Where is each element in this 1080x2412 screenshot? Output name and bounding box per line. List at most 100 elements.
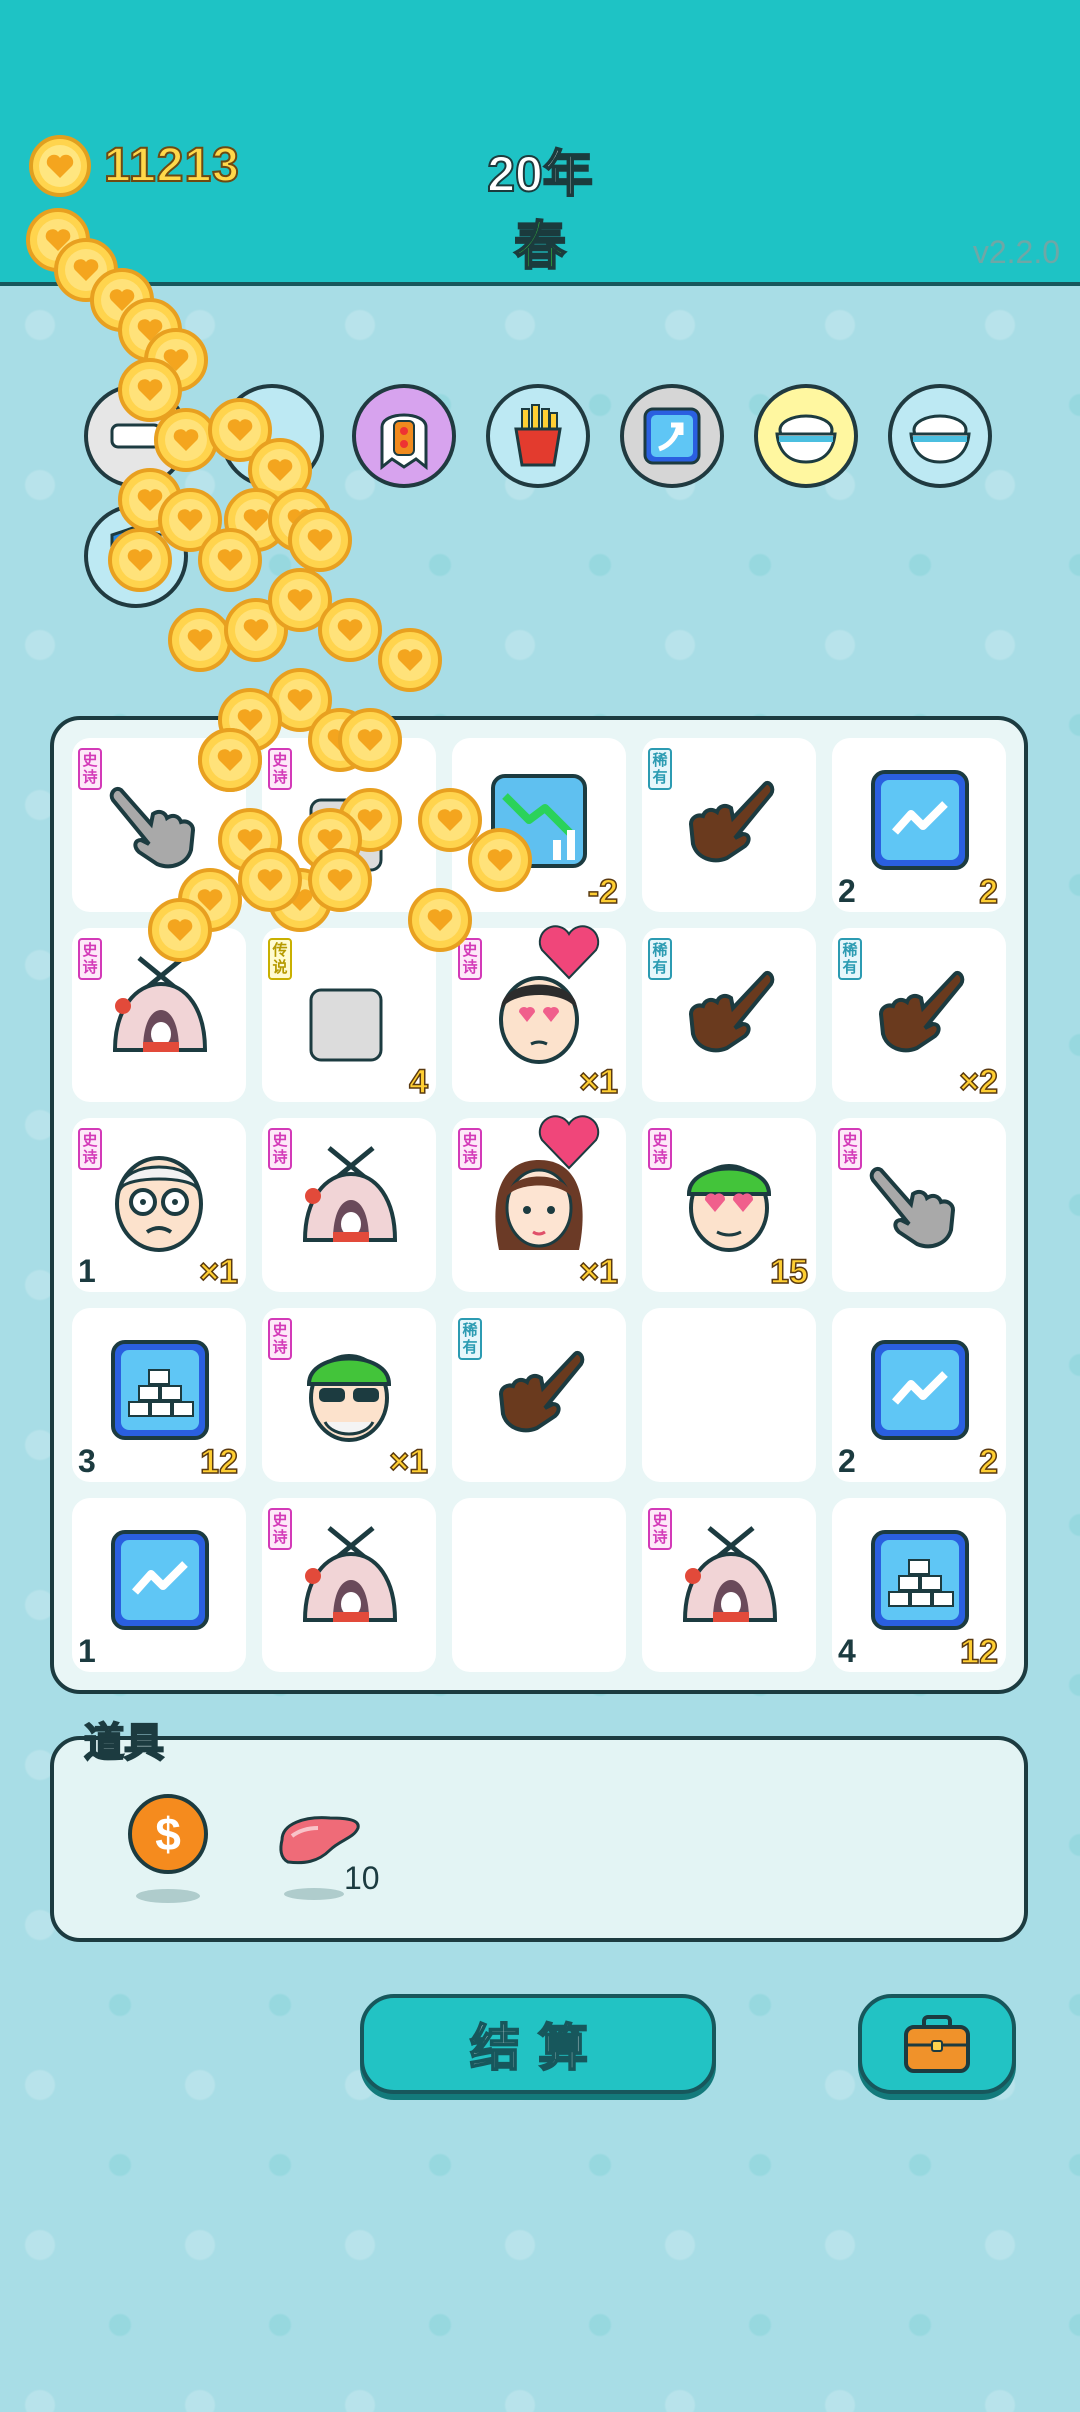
dentures-icon[interactable] <box>84 384 188 488</box>
board-cell[interactable]: 稀有 <box>642 928 816 1102</box>
rarity-tag: 稀有 <box>648 748 672 790</box>
rarity-tag: 史诗 <box>648 1508 672 1550</box>
chart-down-icon <box>479 760 599 880</box>
board-cell[interactable]: 史诗 <box>642 1498 816 1672</box>
pointing-hand-brown-icon <box>669 950 789 1070</box>
rarity-tag: 史诗 <box>268 1318 292 1360</box>
rice-bowl-icon[interactable] <box>754 384 858 488</box>
board-cell[interactable]: 史诗 <box>262 1498 436 1672</box>
covered-icon <box>289 760 409 880</box>
cell-count: 4 <box>838 1633 856 1669</box>
liver-count: 10 <box>344 1860 380 1896</box>
season-label: 春 <box>513 217 567 277</box>
briefcase-button[interactable] <box>858 1994 1016 2094</box>
trend-card-icon <box>99 1520 219 1640</box>
board-cell[interactable]: 史诗 <box>72 738 246 912</box>
cell-count: 2 <box>838 873 856 909</box>
cell-value: 4 <box>408 1062 428 1102</box>
board-cell[interactable]: 史诗 <box>72 928 246 1102</box>
cell-value: ×1 <box>388 1442 428 1482</box>
rarity-tag: 稀有 <box>838 938 862 980</box>
rice-bowl-icon[interactable] <box>888 384 992 488</box>
coin-amount: 11213 <box>103 138 240 193</box>
rarity-tag: 史诗 <box>838 1128 862 1170</box>
settle-button[interactable]: 结算 <box>360 1994 716 2094</box>
heart-icon <box>536 922 602 987</box>
rarity-tag: 史诗 <box>458 938 482 980</box>
cell-value: ×1 <box>578 1062 618 1102</box>
cell-value: 2 <box>978 1442 998 1482</box>
fries-icon[interactable] <box>486 384 590 488</box>
scooter-icon[interactable] <box>220 384 324 488</box>
arrow-card-icon[interactable] <box>620 384 724 488</box>
top-bar: 11213 20年 春 v2.2.0 <box>0 0 1080 286</box>
rabbit-house-icon <box>669 1520 789 1640</box>
ghost-traffic-light-icon[interactable] <box>352 384 456 488</box>
board-cell[interactable]: 1 <box>72 1498 246 1672</box>
cell-count: 3 <box>78 1443 96 1479</box>
coin-icon <box>29 135 91 197</box>
cell-value: -2 <box>587 872 619 912</box>
version-label: v2.2.0 <box>972 234 1060 270</box>
dollar-coin-icon[interactable]: $ <box>124 1792 212 1904</box>
old-man-icon <box>99 1140 219 1260</box>
rabbit-house-icon <box>99 950 219 1070</box>
svg-text:$: $ <box>155 1808 181 1860</box>
pointing-hand-gray-icon <box>859 1140 979 1260</box>
board-cell-empty[interactable] <box>452 1498 626 1672</box>
board-cell[interactable]: 稀有 <box>452 1308 626 1482</box>
board-cell[interactable]: 史诗 <box>262 738 436 912</box>
board-cell[interactable]: 稀有 ×2 <box>832 928 1006 1102</box>
board-cell[interactable]: 史诗 1 ×1 <box>72 1118 246 1292</box>
board-cell[interactable]: 史诗 ×1 <box>262 1308 436 1482</box>
cell-value: ×1 <box>578 1252 618 1292</box>
cell-value: 15 <box>769 1252 808 1292</box>
cell-value: 12 <box>959 1632 998 1672</box>
cell-count: 2 <box>838 1443 856 1479</box>
gold-bars-icon <box>859 1520 979 1640</box>
rarity-tag: 史诗 <box>458 1128 482 1170</box>
pointing-hand-brown-icon <box>479 1330 599 1450</box>
cell-value: ×2 <box>958 1062 998 1102</box>
shield-icon[interactable] <box>84 504 188 608</box>
gold-bars-icon <box>99 1330 219 1450</box>
rarity-tag: 史诗 <box>78 938 102 980</box>
board-cell[interactable]: 22 <box>832 1308 1006 1482</box>
rabbit-house-icon <box>289 1140 409 1260</box>
cell-value: 2 <box>978 872 998 912</box>
covered-icon <box>289 950 409 1070</box>
rarity-tag: 史诗 <box>648 1128 672 1170</box>
pointing-hand-brown-icon <box>669 760 789 880</box>
trend-card-icon <box>859 760 979 880</box>
green-hat-love-icon <box>669 1140 789 1260</box>
year-label: 20年 <box>486 145 594 203</box>
rarity-tag: 史诗 <box>78 748 102 790</box>
board-cell[interactable]: 史诗 <box>832 1118 1006 1292</box>
board-cell[interactable]: 稀有 <box>642 738 816 912</box>
board-cell[interactable]: -2 <box>452 738 626 912</box>
board-cell[interactable]: 22 <box>832 738 1006 912</box>
pointing-hand-brown-icon <box>859 950 979 1070</box>
cell-count: 1 <box>78 1633 96 1669</box>
board-cell[interactable]: 3 12 <box>72 1308 246 1482</box>
board-cell[interactable]: 4 12 <box>832 1498 1006 1672</box>
cell-count: 1 <box>78 1253 96 1289</box>
rarity-tag: 史诗 <box>78 1128 102 1170</box>
heart-icon <box>536 1112 602 1177</box>
board-cell[interactable]: 史诗 <box>262 1118 436 1292</box>
green-hat-sunglasses-icon <box>289 1330 409 1450</box>
board-cell[interactable]: 传说 4 <box>262 928 436 1102</box>
rarity-tag: 史诗 <box>268 748 292 790</box>
rarity-tag: 传说 <box>268 938 292 980</box>
board-cell-empty[interactable] <box>642 1308 816 1482</box>
cell-value: ×1 <box>198 1252 238 1292</box>
board-cell[interactable]: 史诗 15 <box>642 1118 816 1292</box>
rarity-tag: 史诗 <box>268 1128 292 1170</box>
props-panel: $ 10 <box>50 1736 1028 1942</box>
rarity-tag: 稀有 <box>648 938 672 980</box>
game-board: 史诗 史诗 -2 稀有 2 2 史诗 传说 4 史诗 ×1 稀有 稀有 ×2 史诗 1 ×1 史诗 史诗 ×1 史诗 15… <box>50 716 1028 1694</box>
props-title: 道具 <box>83 1720 165 1766</box>
pointing-hand-gray-icon <box>99 760 219 880</box>
cell-value: 12 <box>199 1442 238 1482</box>
briefcase-icon <box>904 2015 970 2073</box>
